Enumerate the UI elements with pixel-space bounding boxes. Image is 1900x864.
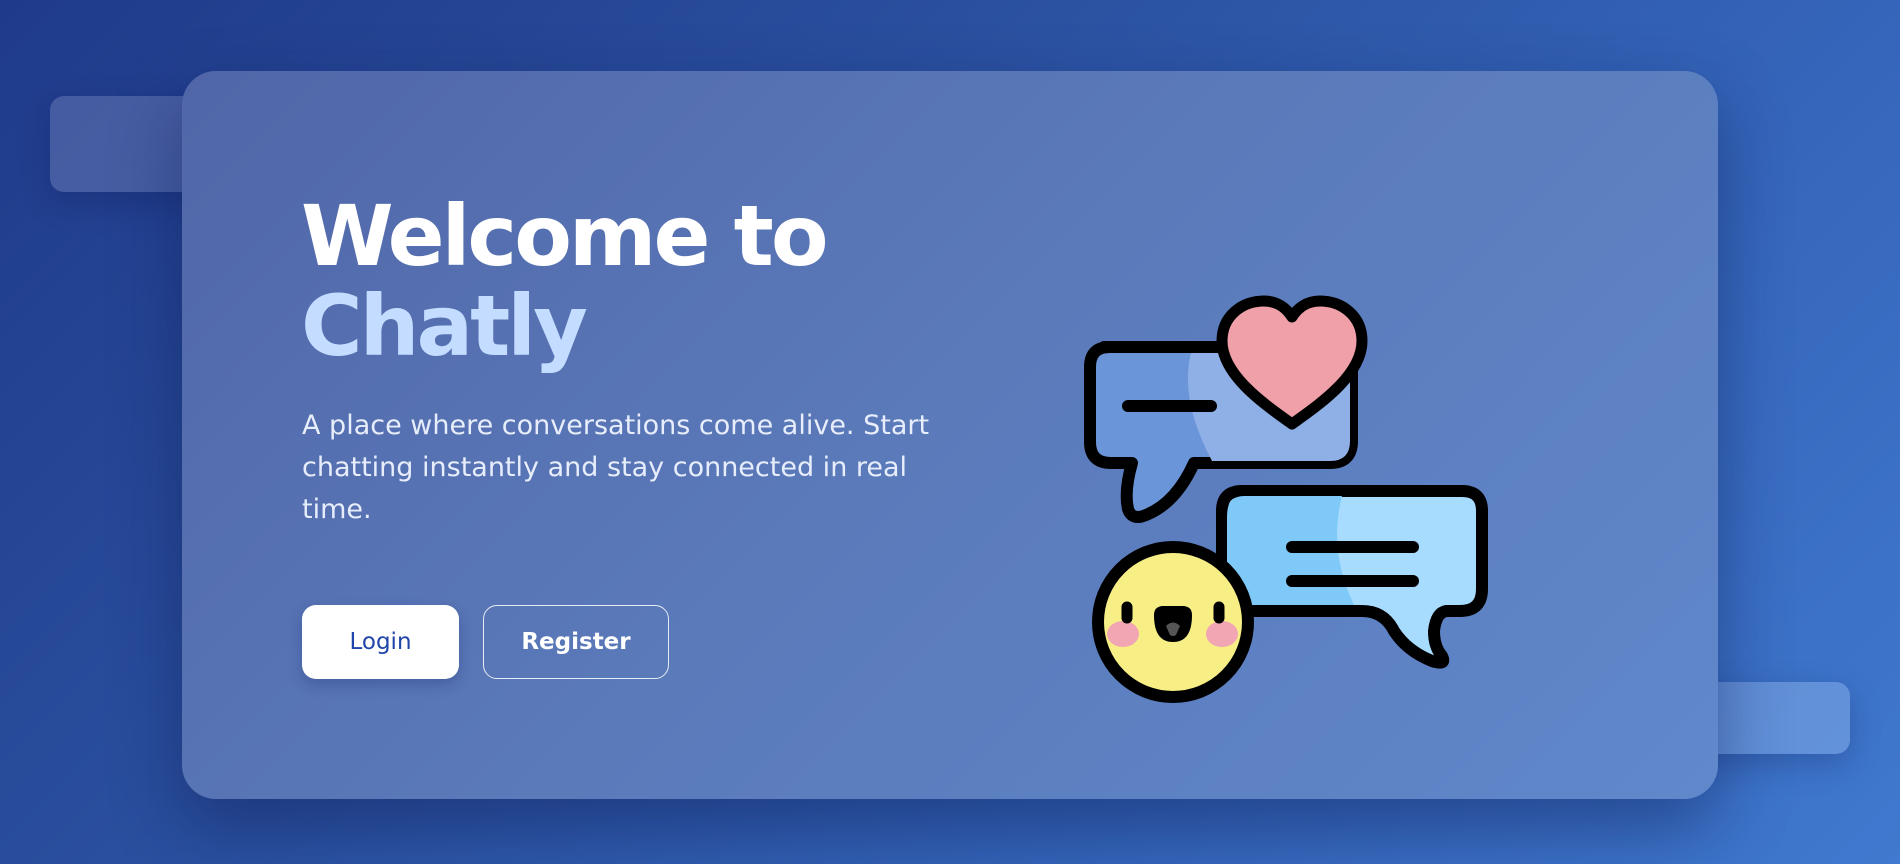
- chat-bubbles-illustration: [1084, 295, 1488, 703]
- register-button[interactable]: Register: [483, 605, 669, 679]
- login-button[interactable]: Login: [302, 605, 459, 679]
- welcome-card: Welcome to Chatly A place where conversa…: [182, 71, 1718, 799]
- speech-bubble-icon: [1216, 485, 1488, 669]
- welcome-heading-line: Welcome to: [301, 187, 829, 285]
- welcome-subtitle: A place where conversations come alive. …: [302, 410, 930, 525]
- brand-name: Chatly: [301, 277, 588, 375]
- welcome-heading: Welcome to Chatly: [301, 191, 829, 375]
- smiley-face-icon: [1092, 541, 1254, 703]
